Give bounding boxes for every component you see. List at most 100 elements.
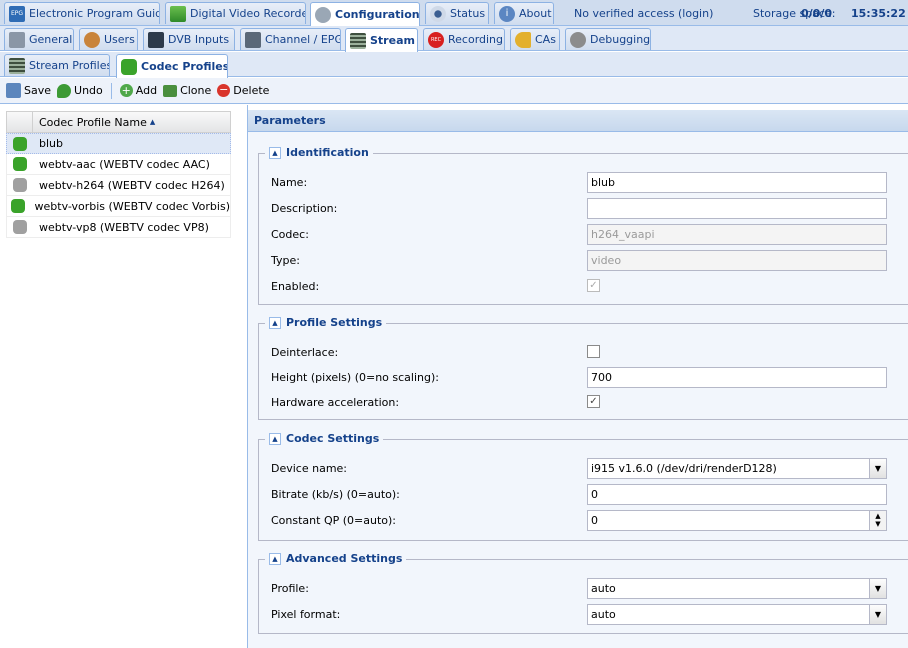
pixfmt-select[interactable]: auto ▼ — [587, 603, 887, 625]
tab-label: DVB Inputs — [168, 33, 230, 46]
bitrate-row: Bitrate (kb/s) (0=auto): 0 — [271, 483, 891, 505]
stream-tab-bar: Stream Profiles Codec Profiles — [0, 52, 908, 78]
save-icon — [6, 83, 21, 98]
tab-stream[interactable]: Stream — [345, 28, 418, 52]
tab-status[interactable]: Status — [425, 2, 489, 24]
bitrate-input[interactable]: 0 — [587, 483, 887, 505]
save-button[interactable]: Save — [6, 83, 51, 98]
collapse-icon[interactable]: ▲ — [269, 316, 281, 329]
enabled-label: Enabled: — [271, 279, 320, 293]
chevron-down-icon[interactable]: ▼ — [869, 578, 886, 598]
chevron-down-icon[interactable]: ▼ — [869, 458, 886, 478]
collapse-icon[interactable]: ▲ — [269, 432, 281, 445]
tab-general[interactable]: General — [4, 28, 74, 50]
collapse-icon[interactable]: ▲ — [269, 552, 281, 565]
row-name: webtv-aac (WEBTV codec AAC) — [39, 157, 210, 171]
deinterlace-checkbox[interactable] — [587, 345, 600, 358]
spinner-icon[interactable]: ▲ ▼ — [869, 510, 886, 530]
tv-icon — [245, 31, 261, 48]
puzzle-icon — [10, 199, 25, 213]
qp-row: Constant QP (0=auto): 0 ▲ ▼ — [271, 509, 891, 531]
tab-cas[interactable]: CAs — [510, 28, 560, 50]
height-input[interactable]: 700 — [587, 366, 887, 388]
type-value: video — [591, 253, 622, 267]
device-select[interactable]: i915 v1.6.0 (/dev/dri/renderD128) ▼ — [587, 457, 887, 479]
tab-label: Electronic Program Guide — [29, 7, 160, 20]
tab-label: Stream Profiles — [29, 59, 110, 72]
tab-label: CAs — [535, 33, 556, 46]
row-name: webtv-h264 (WEBTV codec H264) — [39, 178, 225, 192]
tab-dvr[interactable]: Digital Video Recorder — [165, 2, 306, 24]
tab-about[interactable]: i About — [494, 2, 554, 24]
film-icon — [350, 32, 366, 49]
tab-label: Digital Video Recorder — [190, 7, 306, 20]
tab-label: Debugging — [590, 33, 651, 46]
undo-button[interactable]: Undo — [57, 83, 103, 98]
table-row[interactable]: webtv-vp8 (WEBTV codec VP8) — [6, 217, 231, 238]
qp-label: Constant QP (0=auto): — [271, 513, 396, 527]
info-icon: i — [499, 5, 515, 22]
tab-codec-profiles[interactable]: Codec Profiles — [116, 54, 228, 78]
tab-epg[interactable]: EPG Electronic Program Guide — [4, 2, 160, 24]
column-header-name[interactable]: Codec Profile Name ▲ — [33, 116, 155, 129]
description-input[interactable] — [587, 197, 887, 219]
clone-icon — [163, 84, 178, 97]
identification-legend[interactable]: ▲ Identification — [265, 146, 373, 159]
users-icon — [84, 31, 100, 48]
chevron-down-icon[interactable]: ▼ — [869, 604, 886, 624]
hw-accel-checkbox[interactable]: ✓ — [587, 395, 600, 408]
tab-configuration[interactable]: Configuration — [310, 2, 420, 26]
codec-label: Codec: — [271, 227, 309, 241]
profile-settings-fieldset: ▲ Profile Settings Deinterlace: Height (… — [258, 316, 908, 420]
tab-recording[interactable]: REC Recording — [423, 28, 505, 50]
delete-button[interactable]: − Delete — [217, 84, 269, 97]
name-input[interactable]: blub — [587, 171, 887, 193]
access-status: No verified access — [574, 6, 675, 20]
column-header-label: Codec Profile Name — [39, 115, 147, 129]
add-button[interactable]: + Add — [119, 84, 158, 97]
tab-stream-profiles[interactable]: Stream Profiles — [4, 54, 110, 76]
wrench-icon — [315, 6, 331, 23]
table-row[interactable]: webtv-h264 (WEBTV codec H264) — [6, 175, 231, 196]
profile-label: Profile: — [271, 581, 309, 595]
puzzle-disabled-icon — [13, 220, 27, 234]
collapse-icon[interactable]: ▲ — [269, 146, 281, 159]
profile-select[interactable]: auto ▼ — [587, 577, 887, 599]
tab-label: Users — [104, 33, 135, 46]
tab-dvb-inputs[interactable]: DVB Inputs — [143, 28, 235, 50]
deinterlace-label: Deinterlace: — [271, 345, 339, 359]
tab-label: Recording — [448, 33, 504, 46]
tab-debugging[interactable]: Debugging — [565, 28, 651, 50]
clone-button[interactable]: Clone — [163, 84, 211, 97]
pixfmt-row: Pixel format: auto ▼ — [271, 603, 891, 625]
codec-value: h264_vaapi — [591, 227, 655, 241]
grid-header: Codec Profile Name ▲ — [6, 111, 231, 133]
login-link[interactable]: (login) — [678, 0, 713, 26]
device-label: Device name: — [271, 461, 348, 475]
tab-channel-epg[interactable]: Channel / EPG — [240, 28, 341, 50]
device-value: i915 v1.6.0 (/dev/dri/renderD128) — [591, 461, 777, 475]
add-label: Add — [135, 84, 158, 97]
codec-row: Codec: h264_vaapi — [271, 223, 891, 245]
undo-label: Undo — [74, 84, 103, 97]
table-row[interactable]: blub — [6, 133, 231, 154]
profile-settings-legend[interactable]: ▲ Profile Settings — [265, 316, 387, 329]
enabled-row: Enabled: ✓ — [271, 276, 891, 296]
advanced-settings-legend[interactable]: ▲ Advanced Settings — [265, 552, 407, 565]
delete-icon: − — [217, 83, 231, 97]
codec-settings-fieldset: ▲ Codec Settings Device name: i915 v1.6.… — [258, 432, 908, 541]
bitrate-label: Bitrate (kb/s) (0=auto): — [271, 487, 400, 501]
name-row: Name: blub — [271, 171, 891, 193]
type-row: Type: video — [271, 249, 891, 271]
qp-input[interactable]: 0 ▲ ▼ — [587, 509, 887, 531]
bitrate-value: 0 — [591, 487, 598, 501]
toolbar: Save Undo + Add Clone − Delete — [0, 78, 908, 104]
codec-profile-grid-panel: Codec Profile Name ▲ blub webtv-aac (WEB… — [0, 105, 248, 648]
table-row[interactable]: webtv-aac (WEBTV codec AAC) — [6, 154, 231, 175]
codec-settings-legend[interactable]: ▲ Codec Settings — [265, 432, 384, 445]
identification-fieldset: ▲ Identification Name: blub Description:… — [258, 146, 908, 305]
config-tab-bar: General Users DVB Inputs Channel / EPG S… — [0, 26, 908, 52]
deinterlace-row: Deinterlace: — [271, 342, 891, 362]
tab-users[interactable]: Users — [79, 28, 138, 50]
table-row[interactable]: webtv-vorbis (WEBTV codec Vorbis) — [6, 196, 231, 217]
